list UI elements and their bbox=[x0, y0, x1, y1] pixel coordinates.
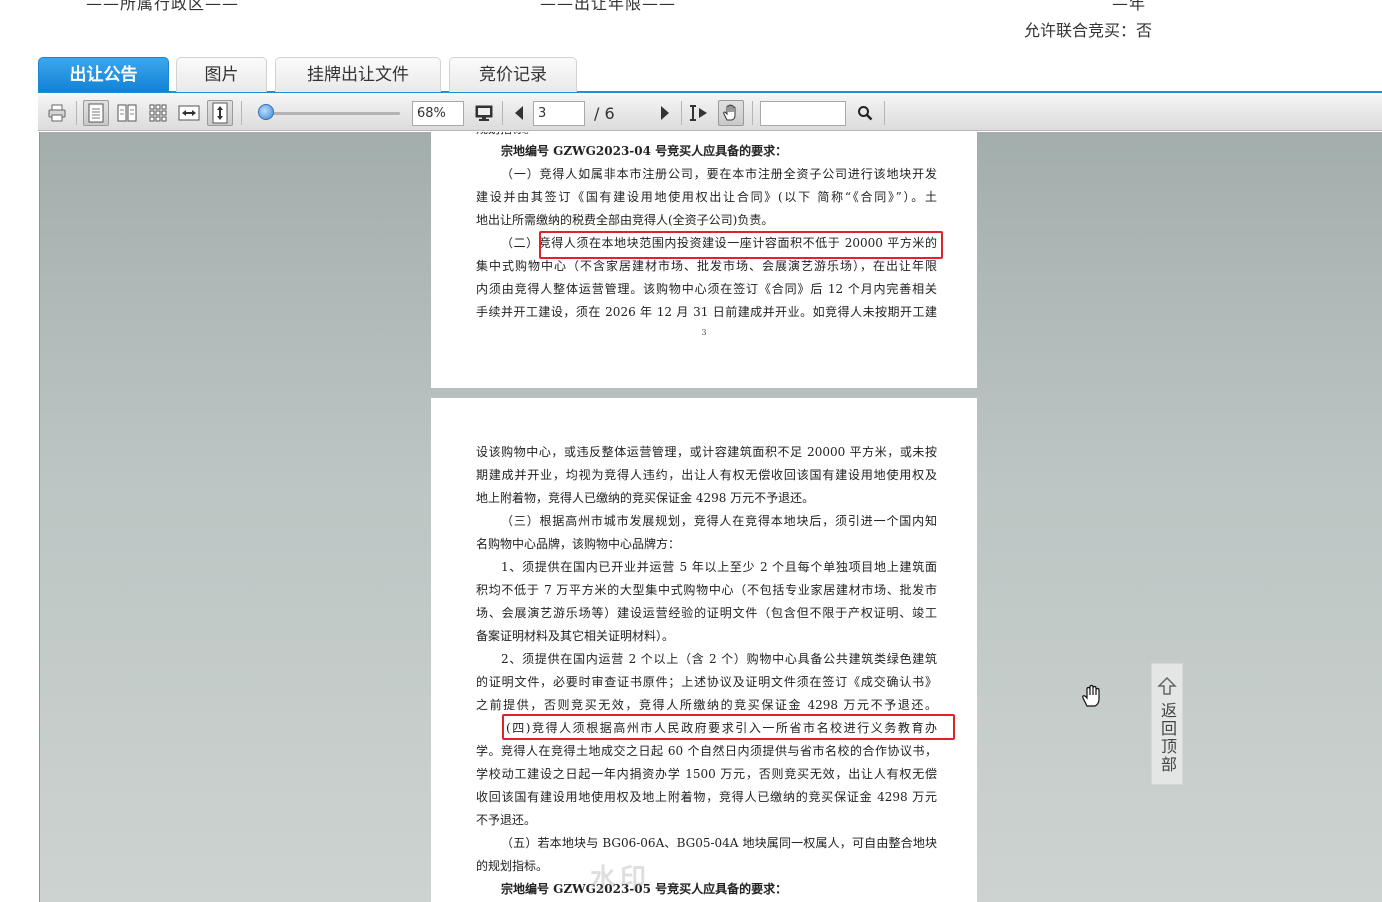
thumbnail-grid-button[interactable] bbox=[145, 100, 171, 126]
page4-line: 宗地编号 GZWG2023-05 号竞买人应具备的要求： bbox=[501, 882, 788, 896]
search-input[interactable] bbox=[760, 101, 846, 126]
page3-line: 地出让所需缴纳的税费全部由竞得人(全资子公司)负责。 bbox=[476, 213, 774, 227]
two-page-icon bbox=[117, 104, 137, 122]
pdf-page-4: 设该购物中心，或违反整体运营管理，或计容建筑面积不足 20000 平方米，或未按… bbox=[431, 398, 977, 902]
page4-line: 地上附着物，竞得人已缴纳的竞买保证金 4298 万元不予退还。 bbox=[476, 491, 815, 505]
page-number: 3 bbox=[701, 328, 707, 337]
zoom-level-field[interactable]: 68% bbox=[412, 101, 464, 126]
hand-tool-button[interactable] bbox=[718, 100, 744, 126]
land-info-strip: ——所属行政区—— ——出让年限—— —年 允许联合竞买：否 bbox=[0, 0, 1382, 56]
page3-line: （一）竞得人如属非本市注册公司，要在本市注册全资子公司进行该地块开发 bbox=[501, 167, 937, 181]
zoom-slider-track[interactable] bbox=[260, 112, 400, 115]
pdf-page-3: 规划指标。宗地编号 GZWG2023-04 号竞买人应具备的要求： （一）竞得人如… bbox=[431, 132, 977, 388]
print-icon bbox=[48, 104, 66, 122]
page4-line: 收回该国有建设用地使用权及地上附着物，竞得人已缴纳的竞买保证金 4298 万元 bbox=[476, 790, 937, 804]
single-page-icon bbox=[88, 103, 104, 123]
page3-line: 内须由竞得人整体运营管理。该购物中心须在签订《合同》后 12 个月内完善相关 bbox=[476, 282, 937, 296]
tab-bid-records[interactable]: 竞价记录 bbox=[449, 57, 577, 92]
document-tabs: 出让公告 图片 挂牌出让文件 竞价记录 bbox=[38, 56, 1382, 93]
next-page-icon bbox=[661, 106, 669, 120]
info-fragment-mid: ——出让年限—— bbox=[540, 0, 677, 13]
page3-line: 规划指标。 bbox=[476, 132, 937, 139]
page-total: / 6 bbox=[594, 104, 615, 123]
current-page-input[interactable]: 3 bbox=[533, 101, 585, 126]
back-to-top-button[interactable]: 返回顶部 bbox=[1151, 663, 1183, 785]
fit-width-button[interactable] bbox=[176, 100, 202, 126]
page3-line: 手续并开工建设，须在 2026 年 12 月 31 日前建成并开业。如竞得人未按… bbox=[476, 305, 937, 319]
page4-line: 之前提供，否则竞买无效，竞得人所缴纳的竞买保证金 4298 万元不予退还。 bbox=[476, 698, 937, 712]
page4-line: 2、须提供在国内运营 2 个以上（含 2 个）购物中心具备公共建筑类绿色建筑 bbox=[501, 652, 937, 666]
page4-line: 积均不低于 7 万平方米的大型集中式购物中心（不包括专业家居建材市场、批发市 bbox=[476, 583, 937, 597]
page4-line: （五）若本地块与 BG06-06A、BG05-04A 地块属同一权属人，可自由整… bbox=[501, 836, 937, 850]
prev-page-icon bbox=[515, 106, 523, 120]
joint-bid-status: 允许联合竞买：否 bbox=[1024, 21, 1153, 40]
page4-line: 名购物中心品牌，该购物中心品牌方： bbox=[476, 537, 681, 551]
fit-width-icon bbox=[178, 105, 200, 121]
highlight-box-shopping-center bbox=[539, 231, 943, 259]
page4-line: 的规划指标。 bbox=[476, 859, 549, 873]
pdf-viewer-toolbar: 68% 3 / 6 bbox=[38, 95, 1382, 131]
page4-line: （三）根据高州市城市发展规划，竞得人在竞得本地块后，须引进一个国内知 bbox=[501, 514, 937, 528]
tab-announcement[interactable]: 出让公告 bbox=[38, 57, 169, 92]
tab-listing-documents[interactable]: 挂牌出让文件 bbox=[275, 57, 441, 92]
search-icon bbox=[858, 106, 873, 121]
page4-line: 1、须提供在国内已开业并运营 5 年以上至少 2 个且每个单独项目地上建筑面 bbox=[501, 560, 937, 574]
page4-line: 学。竞得人在竞得土地成交之日起 60 个自然日内须提供与省市名校的合作协议书， bbox=[476, 744, 937, 758]
page4-line: 不予退还。 bbox=[476, 813, 537, 827]
fit-height-button[interactable] bbox=[207, 100, 233, 126]
page4-line: 期建成并开业，均视为竞得人违约，出让人有权无偿收回该国有建设用地使用权及 bbox=[476, 468, 937, 482]
back-to-top-label: 返回顶部 bbox=[1158, 702, 1177, 774]
page4-line: 场、会展演艺游乐场等）建设运营经验的证明文件（包含但不限于产权证明、竣工 bbox=[476, 606, 937, 620]
document-viewer[interactable]: 规划指标。宗地编号 GZWG2023-04 号竞买人应具备的要求： （一）竞得人如… bbox=[39, 132, 1382, 902]
page4-line: 备案证明材料及其它相关证明材料）。 bbox=[476, 629, 675, 643]
text-select-button[interactable] bbox=[686, 100, 712, 126]
text-select-icon bbox=[690, 105, 707, 121]
page4-line: 学校动工建设之日起一年内捐资办学 1500 万元，否则竞买无效，出让人有权无偿 bbox=[476, 767, 937, 781]
info-fragment-left: ——所属行政区—— bbox=[86, 0, 240, 13]
highlight-box-education bbox=[502, 714, 955, 740]
arrow-up-icon bbox=[1157, 676, 1177, 695]
page3-line: 建设并由其签订《国有建设用地使用权出让合同》(以下 简称“《合同》”）。土 bbox=[476, 190, 937, 204]
fullscreen-icon bbox=[475, 105, 493, 121]
page3-line: 集中式购物中心（不含家居建材市场、批发市场、会展演艺游乐场），在出让年限 bbox=[476, 259, 937, 273]
two-page-button[interactable] bbox=[114, 100, 140, 126]
hand-cursor-icon bbox=[1080, 684, 1102, 712]
single-page-button[interactable] bbox=[83, 100, 109, 126]
next-page-button[interactable] bbox=[652, 100, 678, 126]
tab-images[interactable]: 图片 bbox=[176, 57, 267, 92]
fit-height-icon bbox=[212, 102, 228, 124]
page3-line: 宗地编号 GZWG2023-04 号竞买人应具备的要求： bbox=[501, 144, 788, 158]
page4-line: 的证明文件，必要时审查证书原件；上述协议及证明文件须在签订《成交确认书》 bbox=[476, 675, 937, 689]
thumbnail-grid-icon bbox=[149, 104, 167, 122]
fullscreen-button[interactable] bbox=[471, 100, 497, 126]
page4-line: 设该购物中心，或违反整体运营管理，或计容建筑面积不足 20000 平方米，或未按 bbox=[476, 445, 937, 459]
print-button[interactable] bbox=[44, 100, 70, 126]
search-button[interactable] bbox=[852, 100, 878, 126]
hand-tool-icon bbox=[723, 104, 736, 121]
watermark: 水印 bbox=[590, 864, 651, 894]
prev-page-button[interactable] bbox=[506, 100, 532, 126]
zoom-slider-handle[interactable] bbox=[258, 104, 274, 120]
info-fragment-right: —年 bbox=[1112, 0, 1147, 13]
